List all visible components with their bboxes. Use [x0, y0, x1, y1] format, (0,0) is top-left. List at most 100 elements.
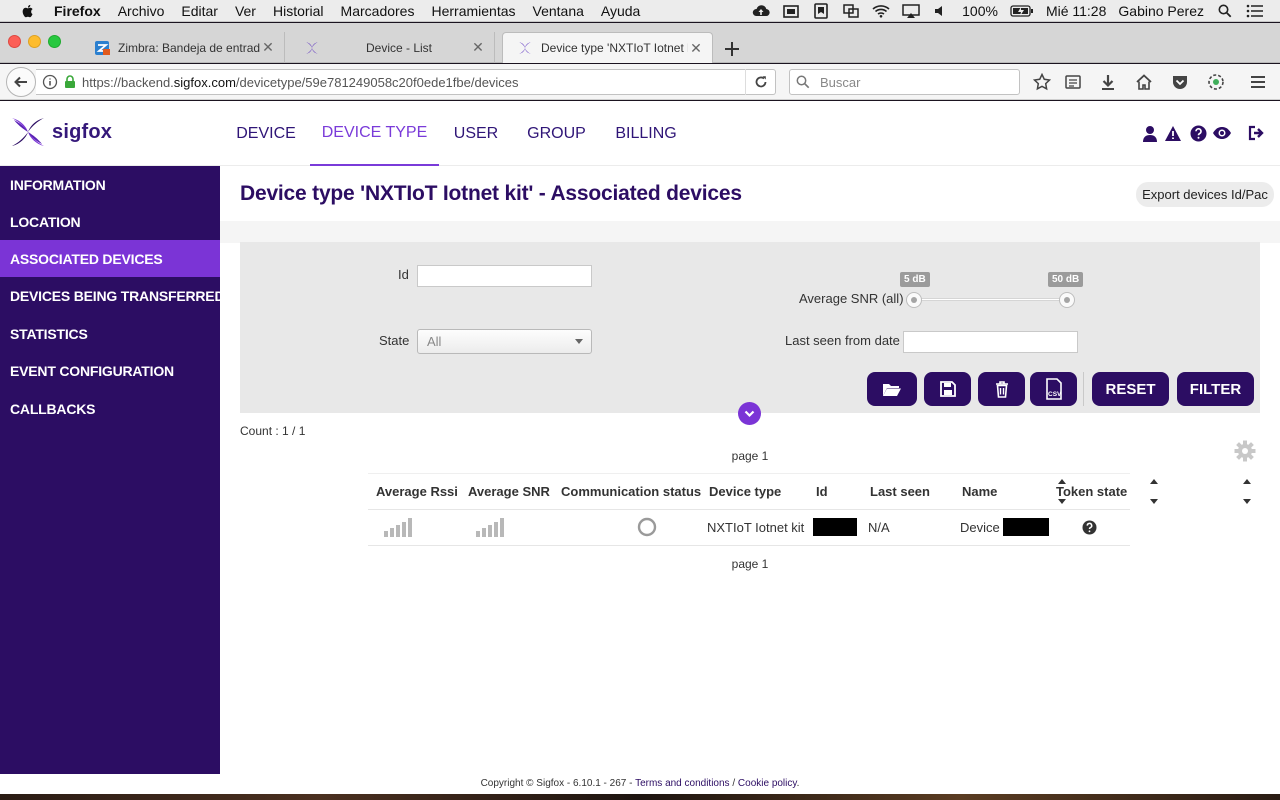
menu-marcadores[interactable]: Marcadores — [341, 3, 415, 19]
column-header-last-seen[interactable]: Last seen — [870, 473, 930, 509]
user-name[interactable]: Gabino Perez — [1118, 3, 1204, 19]
home-icon[interactable] — [1134, 72, 1154, 92]
tab-device-list[interactable]: Device - List ✕ — [290, 32, 495, 63]
sidebar-item-associated-devices[interactable]: ASSOCIATED DEVICES — [0, 240, 220, 277]
sort-last-seen-icon[interactable] — [1149, 476, 1159, 506]
nav-user[interactable]: USER — [454, 101, 498, 166]
sidebar-item-location[interactable]: LOCATION — [0, 203, 220, 240]
menu-herramientas[interactable]: Herramientas — [431, 3, 515, 19]
sort-name-icon[interactable] — [1242, 476, 1252, 506]
wifi-icon[interactable] — [872, 3, 890, 19]
new-tab-icon[interactable] — [722, 39, 742, 59]
pager-bottom[interactable]: page 1 — [220, 557, 1280, 571]
volume-icon[interactable] — [932, 3, 950, 19]
clock[interactable]: Mié 11:28 — [1046, 3, 1106, 19]
lock-icon[interactable] — [64, 75, 76, 89]
help-icon[interactable] — [1188, 123, 1208, 143]
state-select[interactable]: All — [417, 329, 592, 354]
menu-ver[interactable]: Ver — [235, 3, 256, 19]
menu-editar[interactable]: Editar — [181, 3, 218, 19]
cloud-upload-icon[interactable] — [752, 3, 770, 19]
state-filter-label: State — [379, 333, 410, 348]
pocket-icon[interactable] — [1170, 72, 1190, 92]
question-circle-icon[interactable] — [1082, 520, 1097, 535]
menu-ventana[interactable]: Ventana — [533, 3, 584, 19]
url-bar[interactable]: https://backend.sigfox.com/devicetype/59… — [36, 69, 776, 95]
id-filter-input[interactable] — [417, 265, 592, 287]
gear-icon[interactable] — [1234, 440, 1256, 462]
url-text[interactable]: https://backend.sigfox.com/devicetype/59… — [82, 75, 745, 90]
snr-max-handle[interactable] — [1059, 292, 1075, 308]
snr-min-tooltip: 5 dB — [900, 272, 930, 287]
nav-billing[interactable]: BILLING — [615, 101, 676, 166]
menu-ayuda[interactable]: Ayuda — [601, 3, 640, 19]
sidebar-item-information[interactable]: INFORMATION — [0, 166, 220, 203]
back-button[interactable] — [6, 67, 36, 97]
bookmark-star-icon[interactable] — [1032, 72, 1052, 92]
alert-triangle-icon[interactable] — [1163, 123, 1183, 143]
delete-filter-button[interactable] — [978, 372, 1025, 406]
last-seen-date-input[interactable] — [903, 331, 1078, 353]
reader-list-icon[interactable] — [1063, 72, 1083, 92]
browser-tab-bar: Zimbra: Bandeja de entrada ( ✕ Device - … — [0, 23, 1280, 63]
nav-device[interactable]: DEVICE — [236, 101, 296, 166]
close-tab-icon[interactable]: ✕ — [470, 39, 486, 56]
sigfox-logo[interactable]: sigfox — [10, 116, 112, 148]
reload-button[interactable] — [745, 69, 775, 95]
device-id-cell[interactable] — [813, 509, 857, 545]
device-type-cell[interactable]: NXTIoT Iotnet kit — [707, 509, 804, 545]
media-icon[interactable] — [782, 3, 800, 19]
user-profile-icon[interactable] — [1140, 123, 1160, 143]
search-placeholder: Buscar — [820, 74, 861, 90]
sidebar-item-event-configuration[interactable]: EVENT CONFIGURATION — [0, 352, 220, 389]
battery-icon[interactable] — [1010, 3, 1034, 19]
export-devices-button[interactable]: Export devices Id/Pac — [1136, 182, 1274, 207]
sidebar-item-statistics[interactable]: STATISTICS — [0, 315, 220, 352]
menu-historial[interactable]: Historial — [273, 3, 324, 19]
menu-firefox[interactable]: Firefox — [54, 3, 101, 19]
close-tab-icon[interactable]: ✕ — [688, 40, 704, 57]
column-header-id[interactable]: Id — [816, 473, 828, 509]
device-name-cell[interactable]: Device — [960, 509, 1049, 545]
tab-device-type[interactable]: Device type 'NXTIoT Iotnet ki ✕ — [502, 32, 713, 63]
top-navigation: sigfox DEVICE DEVICE TYPE USER GROUP BIL… — [0, 101, 1280, 166]
info-icon[interactable] — [42, 74, 58, 90]
eye-icon[interactable] — [1212, 123, 1232, 143]
export-csv-button[interactable]: CSV — [1030, 372, 1077, 406]
filter-button[interactable]: FILTER — [1177, 372, 1254, 406]
reset-button[interactable]: RESET — [1092, 372, 1169, 406]
tab-zimbra[interactable]: Zimbra: Bandeja de entrada ( ✕ — [80, 32, 285, 63]
snr-min-handle[interactable] — [906, 292, 922, 308]
open-filter-button[interactable] — [867, 372, 917, 406]
pager-top[interactable]: page 1 — [220, 449, 1280, 463]
sidebar-item-devices-being-transferred[interactable]: DEVICES BEING TRANSFERRED — [0, 277, 225, 314]
nav-group[interactable]: GROUP — [527, 101, 586, 166]
zoom-window-button[interactable] — [48, 35, 61, 48]
close-tab-icon[interactable]: ✕ — [260, 39, 276, 56]
search-input[interactable]: Buscar — [789, 69, 1020, 95]
close-window-button[interactable] — [8, 35, 21, 48]
redacted-name — [1002, 518, 1049, 536]
download-icon[interactable] — [1098, 72, 1118, 92]
sidebar-item-callbacks[interactable]: CALLBACKS — [0, 390, 220, 427]
logout-icon[interactable] — [1247, 123, 1267, 143]
extension-icon[interactable] — [1206, 72, 1226, 92]
column-header-name[interactable]: Name — [962, 473, 997, 509]
spotlight-search-icon[interactable] — [1216, 3, 1234, 19]
windows-icon[interactable] — [842, 3, 860, 19]
terms-link[interactable]: Terms and conditions — [635, 778, 730, 789]
save-filter-button[interactable] — [924, 372, 971, 406]
snr-slider-track[interactable] — [913, 298, 1068, 301]
browser-nav-bar: https://backend.sigfox.com/devicetype/59… — [0, 64, 1280, 100]
airplay-icon[interactable] — [902, 3, 920, 19]
bookmark-app-icon[interactable] — [812, 3, 830, 19]
hamburger-menu-icon[interactable] — [1248, 72, 1268, 92]
cookie-policy-link[interactable]: Cookie policy — [738, 778, 797, 789]
apple-icon[interactable] — [20, 3, 36, 19]
minimize-window-button[interactable] — [28, 35, 41, 48]
notification-center-icon[interactable] — [1246, 3, 1264, 19]
nav-device-type[interactable]: DEVICE TYPE — [310, 101, 439, 166]
expand-filters-button[interactable] — [738, 402, 761, 425]
menu-archivo[interactable]: Archivo — [118, 3, 165, 19]
reload-icon — [755, 76, 766, 88]
